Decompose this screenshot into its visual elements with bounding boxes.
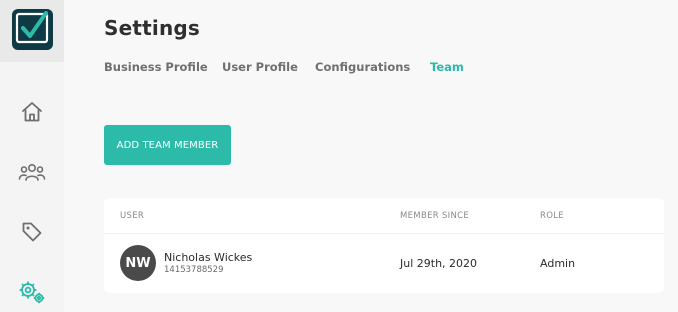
logo-area <box>0 0 64 62</box>
member-name: Nicholas Wickes <box>164 251 253 264</box>
users-icon <box>18 164 46 181</box>
member-since-date: Jul 29th, 2020 <box>400 257 478 270</box>
column-header-member-since: MEMBER SINCE <box>400 211 470 221</box>
column-header-user: USER <box>120 211 145 221</box>
nav-item-settings[interactable] <box>14 274 50 310</box>
nav-item-home[interactable] <box>14 94 50 130</box>
team-table: USER MEMBER SINCE ROLE NW Nicholas Wicke… <box>104 198 664 293</box>
tab-business-profile[interactable]: Business Profile <box>104 60 208 74</box>
gear-icon <box>19 281 45 304</box>
sidebar <box>0 0 64 312</box>
nav-item-team[interactable] <box>14 154 50 190</box>
avatar: NW <box>120 245 156 281</box>
column-header-role: ROLE <box>540 211 564 221</box>
page-title: Settings <box>104 16 201 40</box>
member-role: Admin <box>540 257 576 270</box>
add-team-member-button[interactable]: ADD TEAM MEMBER <box>104 125 231 165</box>
tab-configurations[interactable]: Configurations <box>315 60 410 74</box>
tab-team[interactable]: Team <box>430 60 464 74</box>
table-row[interactable]: NW Nicholas Wickes 14153788529 Jul 29th,… <box>104 234 664 293</box>
tag-icon <box>22 222 42 242</box>
app-logo[interactable] <box>12 9 53 50</box>
nav-item-tags[interactable] <box>14 214 50 250</box>
tab-user-profile[interactable]: User Profile <box>222 60 298 74</box>
home-icon <box>22 102 42 122</box>
member-phone: 14153788529 <box>164 265 224 275</box>
